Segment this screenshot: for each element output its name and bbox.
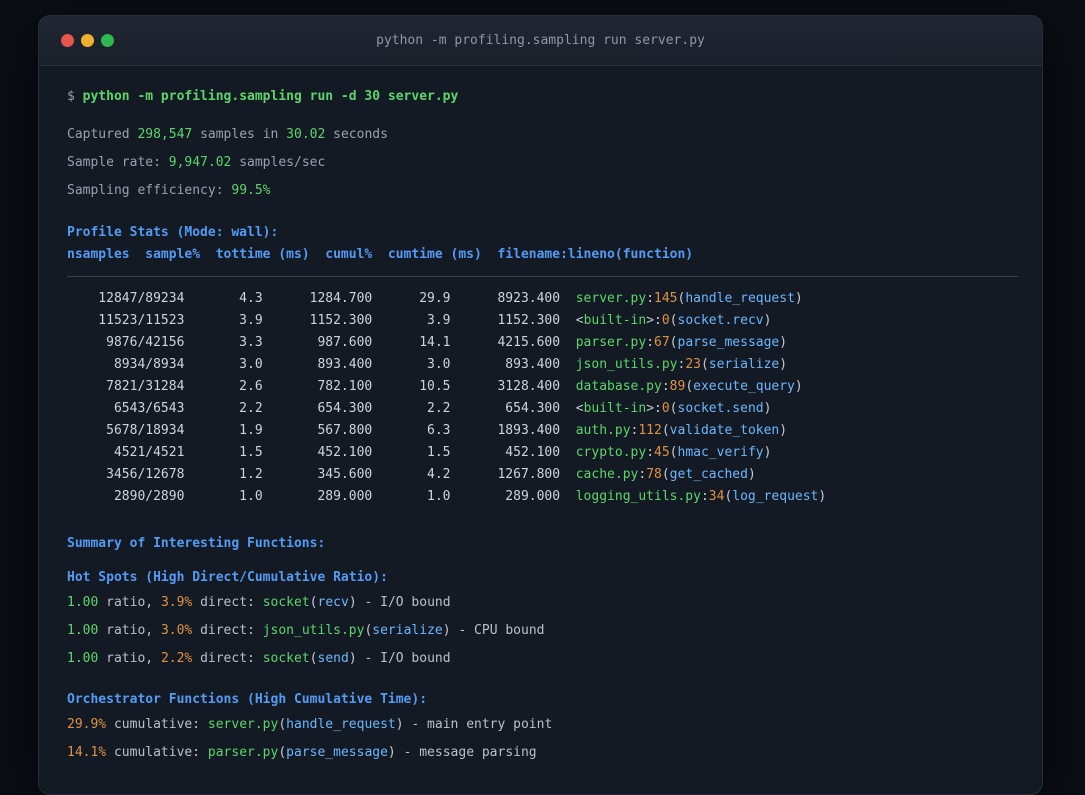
profile-table-row: 8934/8934 3.0 893.400 3.0 893.400 json_u… xyxy=(67,357,788,372)
profile-table-row: 6543/6543 2.2 654.300 2.2 654.300 <built… xyxy=(67,401,772,416)
orchestrators-heading: Orchestrator Functions (High Cumulative … xyxy=(67,692,428,707)
profile-table-row: 9876/42156 3.3 987.600 14.1 4215.600 par… xyxy=(67,335,788,350)
orchestrators-list: 29.9% cumulative: server.py(handle_reque… xyxy=(67,714,1018,764)
table-columns-header: nsamples sample% tottime (ms) cumul% cum… xyxy=(67,247,694,262)
hot-spots-heading: Hot Spots (High Direct/Cumulative Ratio)… xyxy=(67,570,388,585)
orchestrator-line: 14.1% cumulative: parser.py(parse_messag… xyxy=(67,745,537,760)
orchestrator-line: 29.9% cumulative: server.py(handle_reque… xyxy=(67,717,553,732)
hot-spots-list: 1.00 ratio, 3.9% direct: socket(recv) - … xyxy=(67,592,1018,670)
hot-spot-line: 1.00 ratio, 3.0% direct: json_utils.py(s… xyxy=(67,623,545,638)
profile-table-row: 7821/31284 2.6 782.100 10.5 3128.400 dat… xyxy=(67,379,803,394)
profile-table-row: 4521/4521 1.5 452.100 1.5 452.100 crypto… xyxy=(67,445,772,460)
window-controls xyxy=(61,16,114,65)
close-button[interactable] xyxy=(61,34,74,47)
hot-spot-line: 1.00 ratio, 3.9% direct: socket(recv) - … xyxy=(67,595,451,610)
minimize-button[interactable] xyxy=(81,34,94,47)
capture-stats: Captured 298,547 samples in 30.02 second… xyxy=(67,124,1018,202)
capture-stat-line: Sample rate: 9,947.02 samples/sec xyxy=(67,155,326,170)
capture-stat-line: Captured 298,547 samples in 30.02 second… xyxy=(67,127,388,142)
profile-stats-heading: Profile Stats (Mode: wall): xyxy=(67,225,279,240)
hot-spot-line: 1.00 ratio, 2.2% direct: socket(send) - … xyxy=(67,651,451,666)
capture-stat-line: Sampling efficiency: 99.5% xyxy=(67,183,271,198)
profile-table-row: 12847/89234 4.3 1284.700 29.9 8923.400 s… xyxy=(67,291,803,306)
summary-heading: Summary of Interesting Functions: xyxy=(67,536,326,551)
command-line: $ python -m profiling.sampling run -d 30… xyxy=(67,89,459,104)
table-divider xyxy=(67,276,1018,277)
profile-table-row: 3456/12678 1.2 345.600 4.2 1267.800 cach… xyxy=(67,467,756,482)
terminal-window: python -m profiling.sampling run server.… xyxy=(38,15,1043,795)
maximize-button[interactable] xyxy=(101,34,114,47)
profile-table: 12847/89234 4.3 1284.700 29.9 8923.400 s… xyxy=(67,288,1018,508)
profile-table-row: 2890/2890 1.0 289.000 1.0 289.000 loggin… xyxy=(67,489,827,504)
titlebar[interactable]: python -m profiling.sampling run server.… xyxy=(39,16,1042,66)
terminal-output: $ python -m profiling.sampling run -d 30… xyxy=(39,66,1042,764)
profile-table-row: 5678/18934 1.9 567.800 6.3 1893.400 auth… xyxy=(67,423,788,438)
profile-table-row: 11523/11523 3.9 1152.300 3.9 1152.300 <b… xyxy=(67,313,772,328)
window-title: python -m profiling.sampling run server.… xyxy=(376,33,705,48)
